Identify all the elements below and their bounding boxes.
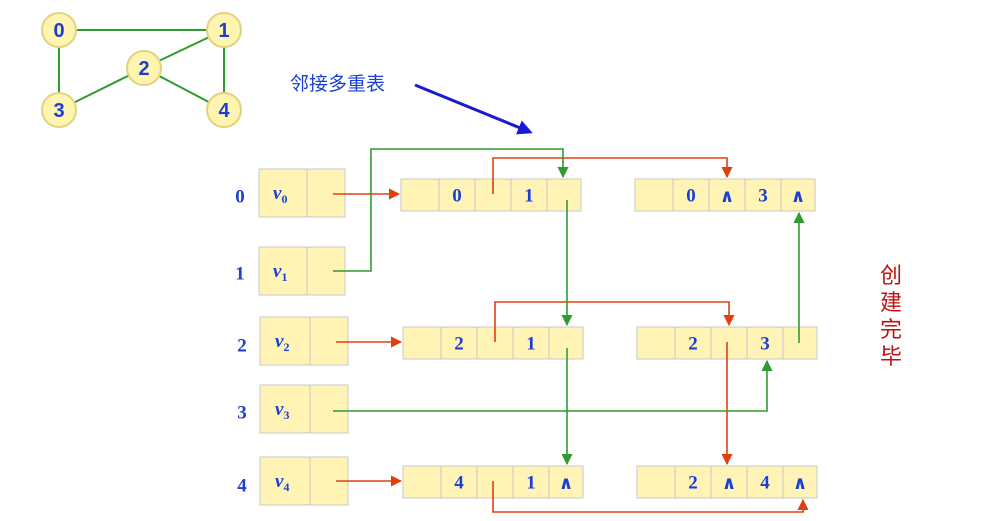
vertex-node-1: v1 <box>258 246 346 296</box>
svg-text:1: 1 <box>218 20 229 42</box>
graph-node-4: 4 <box>206 92 242 128</box>
svg-text:∧: ∧ <box>559 473 574 493</box>
edge-node-2-1: 2 1 <box>402 326 584 360</box>
svg-text:0: 0 <box>452 186 462 207</box>
svg-text:∧: ∧ <box>722 473 737 493</box>
svg-text:4: 4 <box>454 473 464 494</box>
vertex-node-0: v0 <box>258 168 346 218</box>
row-index: 4 <box>237 476 247 497</box>
edge-node-0-3: 0 ∧ 3 ∧ <box>634 178 816 212</box>
svg-text:2: 2 <box>138 58 149 80</box>
svg-text:3: 3 <box>758 186 768 207</box>
done-char: 建 <box>880 291 902 316</box>
svg-text:3: 3 <box>760 334 770 355</box>
svg-text:4: 4 <box>218 100 230 122</box>
vertex-node-4: v4 <box>259 456 349 506</box>
svg-text:1: 1 <box>526 473 536 494</box>
jlink-arrow <box>333 359 773 412</box>
graph-node-0: 0 <box>41 12 77 48</box>
svg-text:2: 2 <box>688 473 698 494</box>
svg-text:∧: ∧ <box>791 186 806 206</box>
vertex-node-3: v3 <box>259 384 349 434</box>
done-char: 创 <box>880 264 902 289</box>
graph-node-3: 3 <box>41 92 77 128</box>
edge-node-2-4: 2 ∧ 4 ∧ <box>636 465 818 499</box>
edge-node-0-1: 0 1 <box>400 178 582 212</box>
done-label: 创 建 完 毕 <box>880 264 902 370</box>
svg-text:1: 1 <box>524 186 534 207</box>
done-char: 毕 <box>880 345 902 370</box>
svg-text:0: 0 <box>53 20 64 42</box>
svg-text:4: 4 <box>760 473 770 494</box>
svg-text:0: 0 <box>686 186 696 207</box>
svg-text:3: 3 <box>53 100 64 122</box>
done-char: 完 <box>880 318 902 343</box>
svg-text:2: 2 <box>688 334 698 355</box>
svg-text:∧: ∧ <box>720 186 735 206</box>
multilist-diagram: 0 1 2 3 4 邻接多重表 创 建 完 毕 0 1 2 3 4 v0 v1 … <box>41 12 902 513</box>
svg-text:∧: ∧ <box>793 473 808 493</box>
title-pointer-arrow <box>414 83 533 135</box>
graph-node-1: 1 <box>206 12 242 48</box>
row-index: 0 <box>235 187 245 208</box>
diagram-title: 邻接多重表 <box>290 73 385 95</box>
svg-text:2: 2 <box>454 334 464 355</box>
graph-node-2: 2 <box>126 50 162 86</box>
undirected-graph: 0 1 2 3 4 <box>41 12 242 128</box>
row-index: 1 <box>235 264 245 285</box>
vertex-node-2: v2 <box>259 316 349 366</box>
row-index: 3 <box>237 403 247 424</box>
row-index: 2 <box>237 336 247 357</box>
svg-text:1: 1 <box>526 334 536 355</box>
